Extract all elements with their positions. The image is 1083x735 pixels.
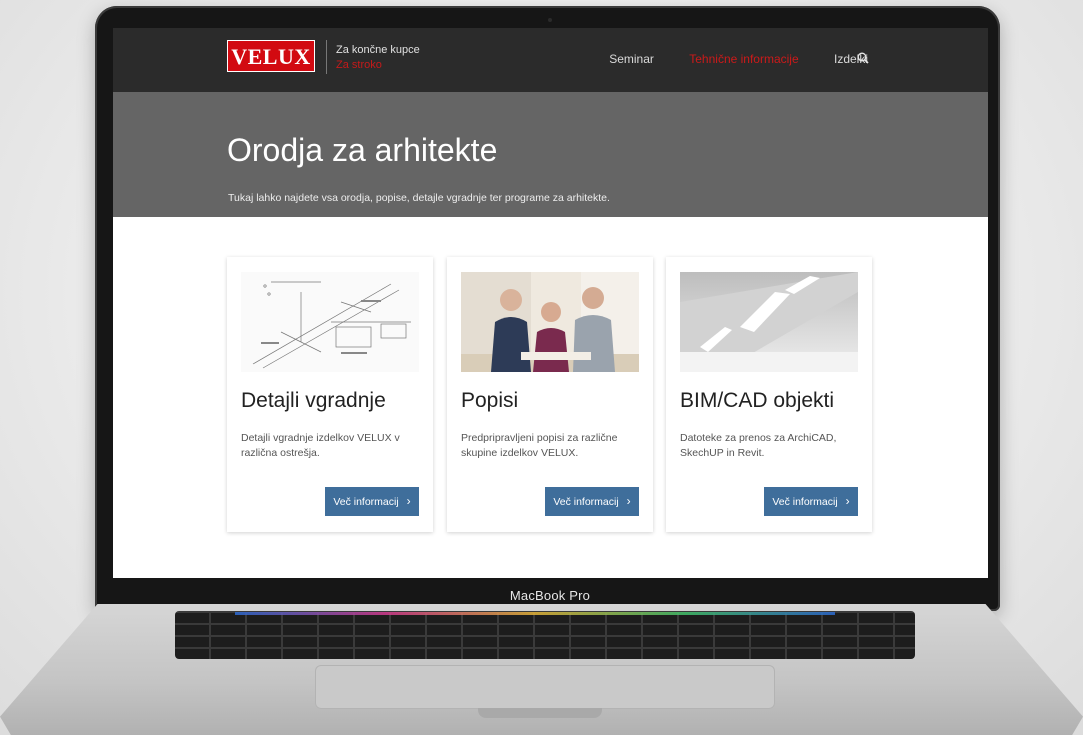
chevron-right-icon: › [626,494,631,508]
laptop-screen: VELUX Za končne kupce Za stroko Seminar … [113,28,988,578]
roof-window-render-icon [680,272,858,372]
chevron-right-icon: › [406,494,411,508]
lid-notch [478,708,602,718]
page-subtitle: Tukaj lahko najdete vsa orodja, popise, … [228,192,610,204]
audience-professionals-link[interactable]: Za stroko [336,58,420,73]
site-header: VELUX Za končne kupce Za stroko Seminar … [113,28,988,92]
velux-logo[interactable]: VELUX [227,40,315,72]
hero-banner: Orodja za arhitekte Tukaj lahko najdete … [113,92,988,217]
audience-switch: Za končne kupce Za stroko [336,43,420,73]
more-info-button[interactable]: Več informacij › [325,487,419,516]
button-label: Več informacij [333,496,399,508]
nav-technical-info[interactable]: Tehnične informacije [689,52,798,66]
people-photo-icon [461,272,639,372]
page-title: Orodja za arhitekte [227,132,498,168]
touch-bar [235,612,835,615]
card-description: Datoteke za prenos za ArchiCAD, SkechUP … [680,432,837,459]
nav-seminar[interactable]: Seminar [609,52,654,66]
camera-dot [548,18,552,22]
keyboard [175,611,915,659]
more-info-button[interactable]: Več informacij › [764,487,858,516]
main-nav: Seminar Tehnične informacije Izdelki [577,52,868,66]
more-info-button[interactable]: Več informacij › [545,487,639,516]
card-description: Predpripravljeni popisi za različne skup… [461,432,618,459]
card-title: BIM/CAD objekti [680,389,835,412]
chevron-right-icon: › [845,494,850,508]
card-bim-cad: BIM/CAD objekti Datoteke za prenos za Ar… [666,257,872,532]
logo-divider [326,40,327,74]
device-label: MacBook Pro [509,588,591,603]
button-label: Več informacij [772,496,838,508]
technical-drawing-icon [241,272,419,372]
search-icon[interactable] [857,52,869,64]
card-installation-details: Detajli vgradnje Detajli vgradnje izdelk… [227,257,433,532]
trackpad [315,665,775,709]
card-specifications: Popisi Predpripravljeni popisi za različ… [447,257,653,532]
button-label: Več informacij [553,496,619,508]
card-title: Popisi [461,389,519,412]
card-description: Detajli vgradnje izdelkov VELUX v različ… [241,432,400,459]
card-title: Detajli vgradnje [241,389,386,412]
audience-consumers-link[interactable]: Za končne kupce [336,43,420,58]
